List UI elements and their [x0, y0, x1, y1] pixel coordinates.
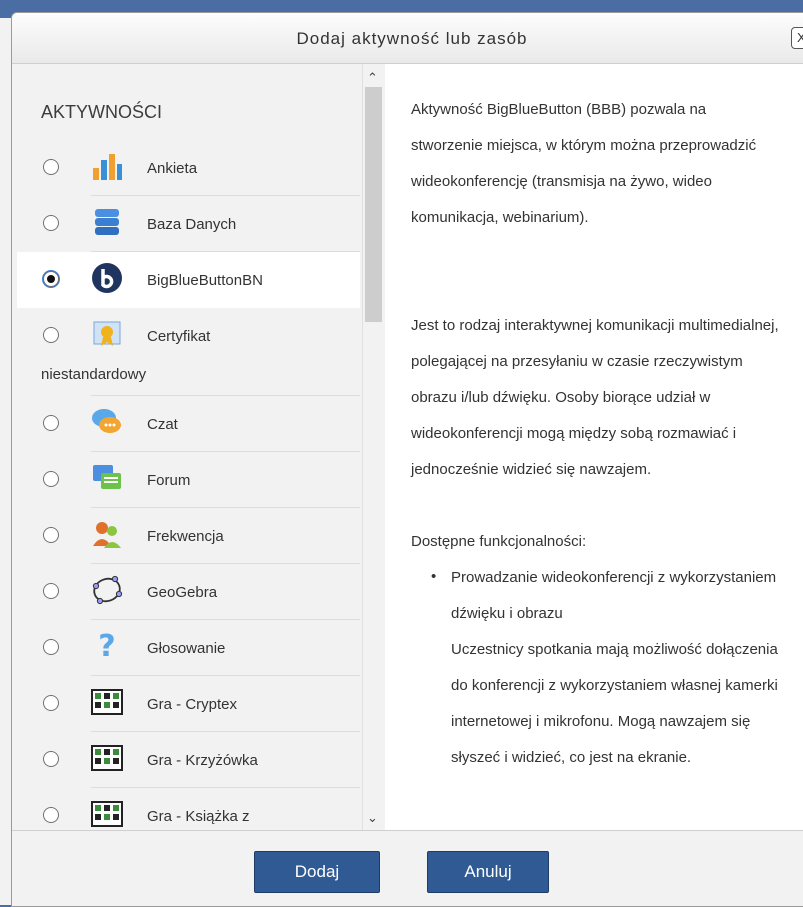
radio-button[interactable] [43, 583, 59, 599]
game-grid-icon [91, 798, 123, 830]
radio-button[interactable] [43, 159, 59, 175]
description-paragraph: Jest to rodzaj interaktywnej komunikacji… [411, 317, 779, 478]
description-paragraph: Aktywność BigBlueButton (BBB) pozwala na… [411, 101, 757, 226]
option-baza-danych[interactable]: Baza Danych [17, 196, 360, 252]
option-gra-ksiazka[interactable]: Gra - Książka z [17, 788, 360, 830]
option-forum[interactable]: Forum [17, 452, 360, 508]
radio-button[interactable] [43, 327, 59, 343]
game-grid-icon [91, 742, 123, 774]
option-label: BigBlueButtonBN [147, 272, 263, 289]
chevron-up-icon[interactable]: ⌃ [367, 70, 378, 86]
activity-description-panel: Aktywność BigBlueButton (BBB) pozwala na… [385, 64, 803, 830]
option-label: Forum [147, 472, 191, 489]
options-scrollbar[interactable]: ⌃ ⌄ [362, 64, 385, 830]
cancel-button[interactable]: Anuluj [427, 851, 549, 893]
option-label-continued: niestandardowy [41, 366, 147, 383]
feature-detail: Uczestnicy spotkania mają możliwość dołą… [451, 641, 778, 766]
dialog-title: Dodaj aktywność lub zasób [296, 29, 528, 48]
option-frekwencja[interactable]: Frekwencja [17, 508, 360, 564]
bullet-icon: • [431, 568, 437, 585]
option-label: Gra - Książka z [147, 808, 250, 825]
radio-button-selected[interactable] [43, 271, 59, 287]
option-label: Frekwencja [147, 528, 224, 545]
feature-list-item: Prowadzanie wideokonferencji z wykorzyst… [451, 569, 777, 622]
certificate-icon [91, 318, 123, 350]
add-activity-dialog: Dodaj aktywność lub zasób X AKTYWNOŚCI A… [11, 12, 803, 907]
activity-options-panel: AKTYWNOŚCI Ankieta Baza Danych BigBlueBu… [12, 64, 362, 830]
game-grid-icon [91, 686, 123, 718]
option-label: Baza Danych [147, 216, 237, 233]
description-paragraph: Dostępne funkcjonalności: [411, 533, 587, 550]
option-label: Gra - Krzyżówka [147, 752, 258, 769]
database-icon [91, 206, 123, 238]
chevron-down-icon[interactable]: ⌄ [367, 810, 378, 826]
close-button[interactable]: X [791, 27, 803, 49]
option-czat[interactable]: Czat [17, 396, 360, 452]
radio-button[interactable] [43, 471, 59, 487]
radio-button[interactable] [43, 695, 59, 711]
add-button[interactable]: Dodaj [254, 851, 380, 893]
radio-button[interactable] [43, 751, 59, 767]
option-label: Głosowanie [147, 640, 226, 657]
option-label: Gra - Cryptex [147, 696, 238, 713]
attendance-icon [91, 518, 123, 550]
option-ankieta[interactable]: Ankieta [17, 140, 360, 196]
dialog-titlebar: Dodaj aktywność lub zasób X [12, 13, 803, 64]
option-bigbluebuttonbn[interactable]: BigBlueButtonBN [17, 252, 360, 308]
option-gra-cryptex[interactable]: Gra - Cryptex [17, 676, 360, 732]
bar-chart-icon [91, 150, 123, 182]
geogebra-icon [91, 574, 123, 606]
option-label: Ankieta [147, 160, 198, 177]
option-gra-krzyzowka[interactable]: Gra - Krzyżówka [17, 732, 360, 788]
chat-icon [91, 406, 123, 438]
svg-text:?: ? [98, 630, 115, 662]
question-icon: ? [91, 630, 123, 662]
radio-button[interactable] [43, 639, 59, 655]
option-certyfikat[interactable]: Certyfikat niestandardowy [17, 308, 360, 396]
radio-button[interactable] [43, 415, 59, 431]
option-label: Czat [147, 416, 178, 433]
scrollbar-thumb[interactable] [365, 87, 382, 322]
forum-icon [91, 462, 123, 494]
option-glosowanie[interactable]: ? Głosowanie [17, 620, 360, 676]
option-geogebra[interactable]: GeoGebra [17, 564, 360, 620]
radio-button[interactable] [43, 215, 59, 231]
bigbluebutton-icon [91, 262, 123, 294]
radio-button[interactable] [43, 807, 59, 823]
option-label: Certyfikat [147, 328, 211, 345]
radio-button[interactable] [43, 527, 59, 543]
section-title: AKTYWNOŚCI [41, 102, 163, 122]
option-label: GeoGebra [147, 584, 218, 601]
dialog-footer: Dodaj Anuluj [12, 830, 803, 906]
